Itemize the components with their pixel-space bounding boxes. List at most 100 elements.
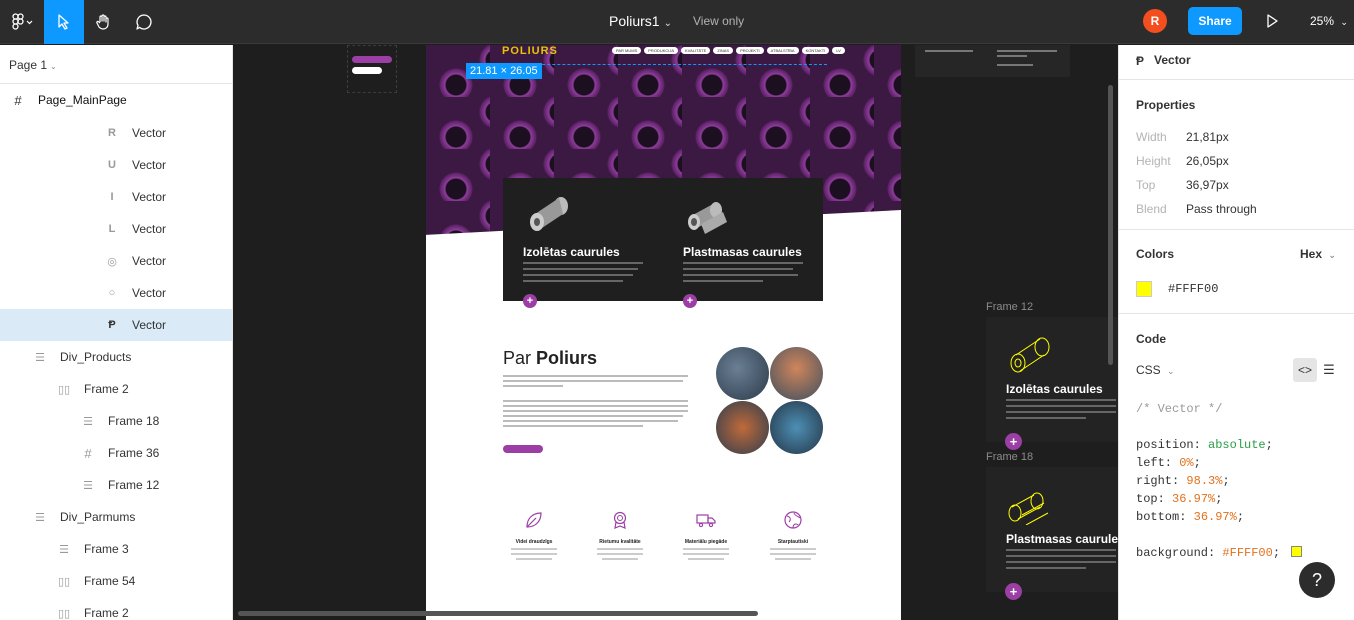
prop-value-top[interactable]: 36,97px [1186,178,1229,192]
layer-div-parmums[interactable]: ☰ Div_Parmums [0,501,232,533]
layer-frame-12[interactable]: ☰ Frame 12 [0,469,232,501]
text-line [997,55,1027,57]
hand-tool-button[interactable] [84,0,124,44]
plus-icon[interactable]: + [1005,583,1022,600]
text-line [503,420,678,422]
comment-icon [136,14,152,30]
code-view-button[interactable]: <> [1293,358,1317,382]
feature-title: Starptautiski [777,539,809,545]
layer-vector-o[interactable]: ○ Vector [0,277,232,309]
color-hex-value[interactable]: #FFFF00 [1168,282,1218,296]
layers-panel: Page 1 ⌄ # Page_MainPage R Vector U Vecto… [0,45,233,620]
text-line [597,548,643,550]
zoom-menu[interactable]: 25% ⌄ [1310,14,1348,28]
layer-vector-l[interactable]: L Vector [0,213,232,245]
read-more-button[interactable] [503,445,543,453]
prop-label-height: Height [1136,154,1171,168]
vertical-scrollbar[interactable] [1108,85,1113,365]
frame-18[interactable]: Plastmasas caurule [986,467,1118,592]
avatar[interactable]: R [1143,9,1167,33]
about-title: Par Poliurs [503,348,597,369]
prop-value-width[interactable]: 21,81px [1186,130,1229,144]
text-line [503,380,683,382]
layer-label: Vector [132,318,167,332]
text-line [683,280,763,282]
help-button[interactable]: ? [1299,562,1335,598]
list-view-button[interactable]: ☰ [1317,358,1341,382]
vector-r-icon: R [108,127,116,139]
vector-u-icon: U [108,159,116,171]
truck-icon [696,514,716,528]
prop-value-blend[interactable]: Pass through [1186,202,1257,216]
photo-factory [716,347,769,400]
layer-label: Frame 36 [108,446,160,460]
feature-title: Rietumu kvalitāte [599,539,641,545]
nav-item: PRODUKCIJA [644,47,679,54]
vector-p-icon: Ᵽ [108,319,116,331]
code-key: position: [1136,438,1201,452]
layer-vector-p[interactable]: Ᵽ Vector [0,309,232,341]
layer-page-mainpage[interactable]: # Page_MainPage [0,84,232,116]
document-title: Poliurs1 [609,13,660,29]
layer-header: Ᵽ Vector [1119,45,1354,80]
nav-item: PAR MUMS [612,47,642,54]
text-line [503,400,688,402]
plus-icon[interactable]: + [683,294,697,308]
layer-label: Frame 18 [108,414,160,428]
color-format-select[interactable]: Hex ⌄ [1300,247,1336,261]
code-line-background: background: #FFFF00; [1136,544,1303,562]
properties-header: Properties [1136,98,1196,112]
prop-value-height[interactable]: 26,05px [1186,154,1229,168]
layer-frame-18[interactable]: ☰ Frame 18 [0,405,232,437]
plus-icon[interactable]: + [523,294,537,308]
frame-label[interactable]: Frame 18 [986,451,1033,463]
product-card[interactable]: Izolētas caurules [503,178,663,301]
layer-frame-36[interactable]: # Frame 36 [0,437,232,469]
nav-item: ZINAS [713,47,734,54]
plus-icon[interactable]: + [1005,433,1022,450]
about-title-prefix: Par [503,348,537,368]
photo-worker [770,347,823,400]
product-card[interactable]: Plastmasas caurules [663,178,823,301]
share-button[interactable]: Share [1188,7,1242,35]
layer-div-products[interactable]: ☰ Div_Products [0,341,232,373]
layer-frame-3[interactable]: ☰ Frame 3 [0,533,232,565]
css-code-block[interactable]: /* Vector */ position: absolute; left: 0… [1136,400,1303,562]
text-line [683,553,729,555]
move-tool-button[interactable] [44,0,84,44]
layer-vector-i[interactable]: I Vector [0,181,232,213]
present-button[interactable] [1262,11,1282,31]
design-canvas[interactable]: POLIURS PAR MUMS PRODUKCIJA KVALITĀTE ZI… [234,45,1118,620]
horizontal-scrollbar[interactable] [238,611,758,616]
layer-vector-u[interactable]: U Vector [0,149,232,181]
play-icon [1267,14,1278,28]
feature-item: Rietumu kvalitāte [580,510,660,560]
layer-frame-54[interactable]: ▯▯ Frame 54 [0,565,232,597]
text-line [683,274,798,276]
comment-tool-button[interactable] [124,0,164,44]
about-title-brand: Poliurs [536,348,598,368]
layer-vector-r[interactable]: R Vector [0,117,232,149]
properties-section: Properties Width 21,81px Height 26,05px … [1119,80,1354,230]
frame-label[interactable]: Frame 12 [986,301,1033,313]
code-language-select[interactable]: CSS ⌄ [1136,363,1175,377]
text-line [523,274,633,276]
text-line [997,50,1057,52]
frame-12[interactable]: Izolētas caurules [986,317,1118,442]
page-selector[interactable]: Page 1 ⌄ [9,58,57,72]
code-key: top: [1136,492,1165,506]
text-line [683,268,793,270]
main-menu-button[interactable] [0,0,44,44]
text-line [523,268,638,270]
feature-title: Materiālu piegāde [684,539,728,545]
layer-label: Frame 2 [84,382,129,396]
vector-i-icon: I [110,191,114,203]
color-swatch[interactable] [1136,281,1152,297]
layer-vector-o-outline[interactable]: ◎ Vector [0,245,232,277]
site-logo[interactable]: POLIURS [502,45,558,57]
layer-frame-2[interactable]: ▯▯ Frame 2 [0,373,232,405]
feature-item: Videi draudzīgs [494,510,574,560]
document-title-menu[interactable]: Poliurs1 ⌄ [609,13,672,29]
layer-frame-2b[interactable]: ▯▯ Frame 2 [0,597,232,620]
nav-item: KVALITĀTE [681,47,711,54]
